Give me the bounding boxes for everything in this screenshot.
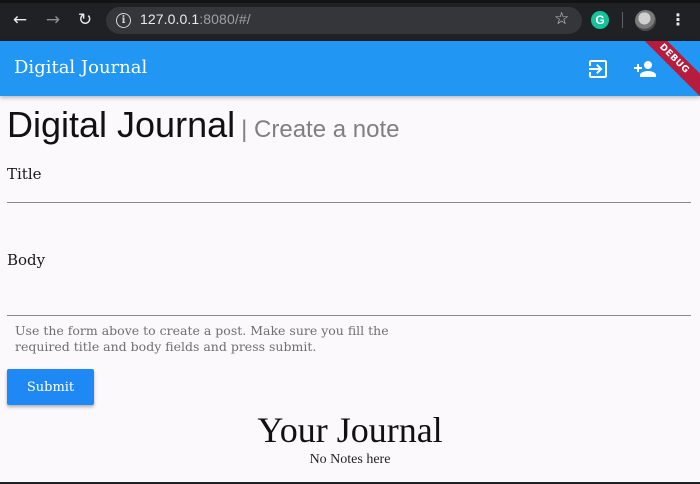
form-helper-text: Use the form above to create a post. Mak… [15, 323, 389, 354]
body-label: Body [7, 251, 46, 269]
toolbar-divider [622, 12, 623, 28]
title-field[interactable] [7, 180, 691, 203]
submit-button[interactable]: Submit [7, 369, 94, 405]
forward-icon[interactable]: → [42, 9, 64, 31]
grammarly-icon[interactable]: G [591, 11, 609, 29]
page-title: Digital Journal [7, 104, 236, 145]
browser-toolbar: ← → ↻ i 127.0.0.1:8080/#/ ☆ G ⋮ [0, 0, 700, 41]
tab-strip-edge [0, 0, 700, 3]
app-bar: Digital Journal DEBUG [0, 41, 700, 96]
url-path: :8080/#/ [199, 11, 251, 27]
info-icon[interactable]: i [116, 13, 131, 28]
login-icon[interactable] [586, 57, 610, 81]
kebab-menu-icon[interactable]: ⋮ [670, 10, 686, 30]
reload-icon[interactable]: ↻ [74, 9, 96, 31]
journal-heading: Your Journal [257, 410, 443, 450]
body-field[interactable] [7, 293, 691, 316]
person-add-icon[interactable] [633, 57, 657, 81]
page-subtitle: | Create a note [241, 116, 400, 143]
address-bar[interactable]: i 127.0.0.1:8080/#/ ☆ [106, 7, 582, 34]
page-heading: Digital Journal | Create a note [7, 104, 399, 146]
app-bar-title: Digital Journal [14, 57, 148, 78]
back-icon[interactable]: ← [9, 9, 31, 31]
url-host: 127.0.0.1 [140, 11, 200, 27]
profile-avatar[interactable] [635, 10, 656, 31]
empty-notes-message: No Notes here [309, 452, 391, 467]
url-text[interactable]: 127.0.0.1:8080/#/ [140, 11, 251, 27]
star-icon[interactable]: ☆ [554, 9, 569, 29]
